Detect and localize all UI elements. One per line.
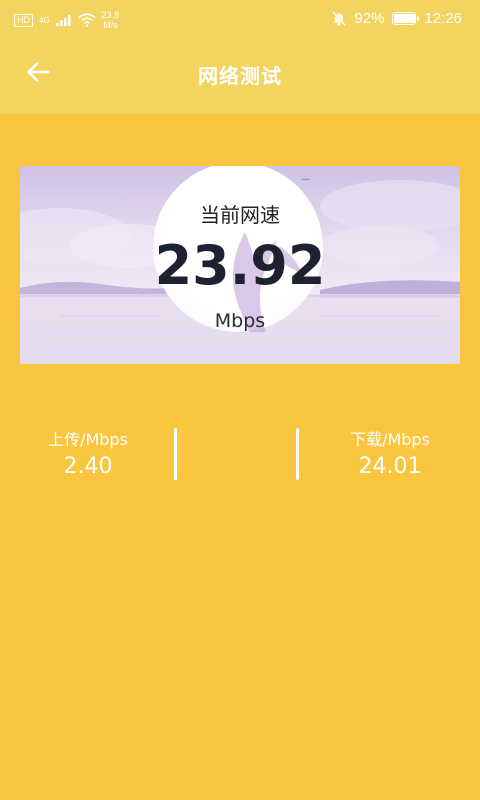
stat-divider-left: [174, 428, 177, 480]
hd-icon: HD: [14, 13, 33, 27]
wifi-icon: [78, 13, 96, 27]
download-stat: 下载/Mbps 24.01: [334, 426, 446, 479]
upload-stat: 上传/Mbps 2.40: [34, 426, 142, 479]
signal-network-label: 4G: [39, 15, 50, 25]
current-speed-value: 23.92: [154, 234, 326, 297]
clock-time: 12:26: [424, 10, 462, 27]
network-speed-value: 23.8: [101, 10, 120, 20]
download-value: 24.01: [358, 454, 422, 479]
battery-icon: [392, 12, 420, 25]
upload-label: 上传/Mbps: [48, 430, 128, 449]
status-left: HD 4G 23.8 M/s: [14, 10, 119, 30]
battery-percent: 92%: [354, 10, 385, 27]
page-title: 网络测试: [198, 64, 282, 88]
cell-signal-icon: [55, 15, 71, 26]
mute-bell-icon: [332, 11, 347, 26]
network-speed-unit: M/s: [103, 20, 118, 30]
status-right: 92% 12:26: [332, 10, 462, 27]
status-bar: HD 4G 23.8 M/s 92% 12:26: [0, 0, 480, 38]
speed-card: 当前网速 23.92 Mbps: [20, 166, 460, 364]
current-speed-unit: Mbps: [214, 310, 266, 332]
network-speed-indicator: 23.8 M/s: [102, 10, 120, 30]
app-header: 网络测试: [0, 38, 480, 114]
download-label: 下载/Mbps: [350, 430, 430, 449]
current-speed-label: 当前网速: [200, 203, 280, 227]
stat-divider-right: [296, 428, 299, 480]
upload-value: 2.40: [63, 454, 113, 479]
